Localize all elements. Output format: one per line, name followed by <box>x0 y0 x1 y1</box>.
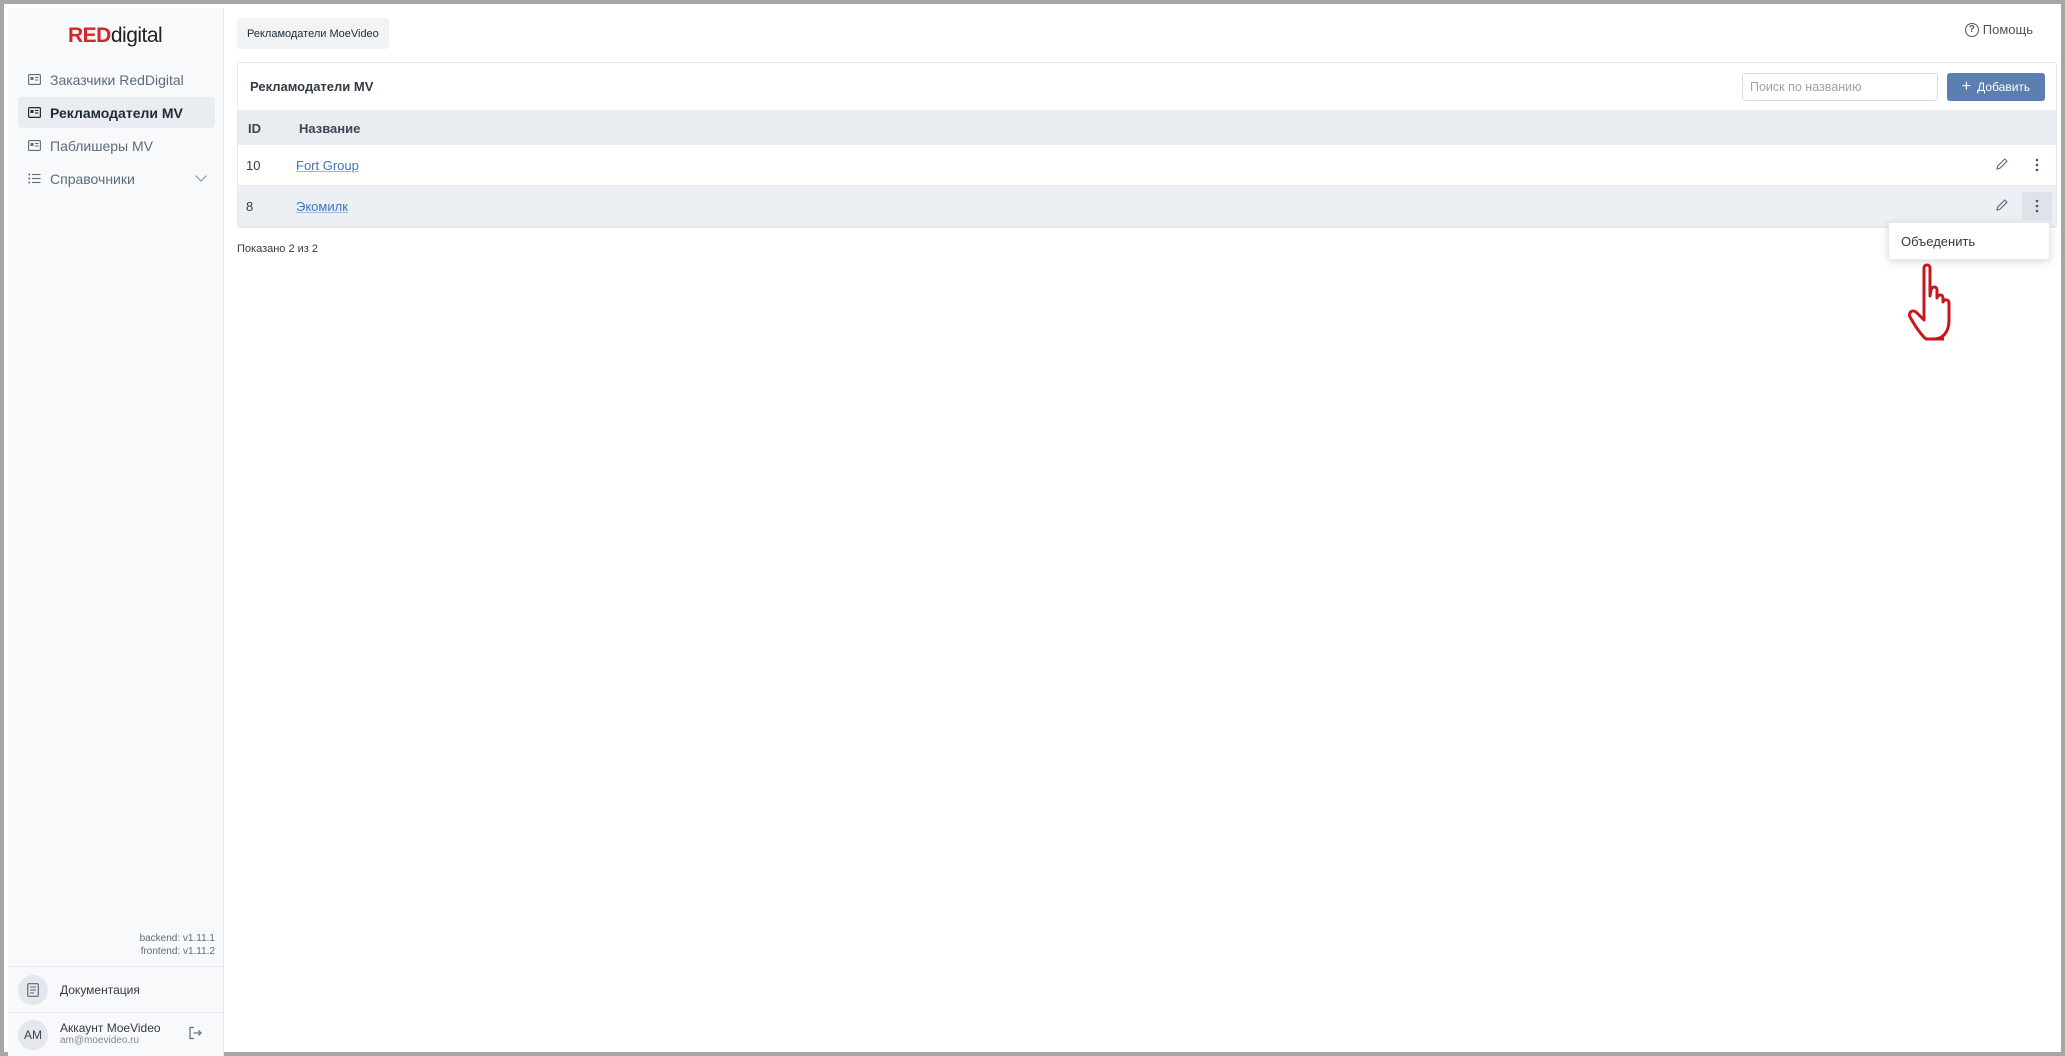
sidebar-item-label: Заказчики RedDigital <box>50 71 184 88</box>
advertisers-card: Рекламодатели MV + Добавить ID Название … <box>237 62 2057 228</box>
question-icon: ? <box>1964 22 1979 37</box>
app-window: REDdigital Заказчики RedDigital Рекламод… <box>0 0 2065 1056</box>
version-info: backend: v1.11.1 frontend: v1.11.2 <box>140 932 215 958</box>
hand-pointer-icon <box>1908 263 1951 341</box>
logo-red-text: RED <box>68 24 111 47</box>
row-id: 8 <box>246 199 254 214</box>
sidebar-item-publishers[interactable]: Паблишеры MV <box>18 130 215 161</box>
menu-item-label: Объеденить <box>1901 233 1976 249</box>
avatar[interactable]: АМ <box>18 1019 48 1050</box>
id-card-icon <box>27 107 41 119</box>
context-menu-merge[interactable]: Объеденить <box>1888 222 2050 260</box>
sidebar-item-label: Паблишеры MV <box>50 137 153 154</box>
sidebar: REDdigital Заказчики RedDigital Рекламод… <box>8 8 224 1056</box>
id-card-icon <box>27 140 41 152</box>
documentation-label: Документация <box>60 982 140 997</box>
documentation-link[interactable]: Документация <box>8 966 224 1012</box>
sidebar-item-directories[interactable]: Справочники <box>18 163 215 194</box>
account-email: am@moevideo.ru <box>60 1035 140 1046</box>
table-header: ID Название <box>238 110 2056 145</box>
more-vertical-icon[interactable] <box>2022 192 2052 220</box>
account-name: Аккаунт MoeVideo <box>60 1021 161 1035</box>
sidebar-item-label: Рекламодатели MV <box>50 104 183 121</box>
document-icon <box>18 974 48 1005</box>
logout-icon[interactable] <box>188 1026 204 1042</box>
row-name-link[interactable]: Fort Group <box>296 158 359 173</box>
sidebar-nav: Заказчики RedDigital Рекламодатели MV Па… <box>18 64 215 196</box>
pagination-info: Показано 2 из 2 <box>237 243 319 255</box>
sidebar-item-advertisers[interactable]: Рекламодатели MV <box>18 97 215 128</box>
help-link[interactable]: ? Помощь <box>1964 22 2033 37</box>
column-header-id[interactable]: ID <box>248 121 261 136</box>
logo-digital-text: digital <box>110 24 163 47</box>
search-input[interactable] <box>1742 73 1938 101</box>
backend-version: backend: v1.11.1 <box>139 933 215 944</box>
add-button[interactable]: + Добавить <box>1947 73 2045 101</box>
frontend-version: frontend: v1.11.2 <box>140 946 215 957</box>
pencil-icon[interactable] <box>1995 198 2011 214</box>
column-header-name[interactable]: Название <box>299 121 360 136</box>
table-row: 8 Экомилк <box>238 186 2056 227</box>
row-id: 10 <box>246 158 261 173</box>
account-panel: АМ Аккаунт MoeVideo am@moevideo.ru <box>8 1012 224 1056</box>
sidebar-item-label: Справочники <box>50 170 135 187</box>
list-icon <box>27 173 41 185</box>
card-title: Рекламодатели MV <box>250 79 374 94</box>
breadcrumb[interactable]: Рекламодатели MoeVideo <box>237 18 389 49</box>
row-name-link[interactable]: Экомилк <box>296 199 348 214</box>
sidebar-item-customers[interactable]: Заказчики RedDigital <box>18 64 215 95</box>
pencil-icon[interactable] <box>1995 157 2011 173</box>
add-button-label: Добавить <box>1977 80 2031 94</box>
help-label: Помощь <box>1982 22 2033 37</box>
table-row: 10 Fort Group <box>238 145 2056 186</box>
plus-icon: + <box>1961 78 1972 95</box>
more-vertical-icon[interactable] <box>2022 151 2052 179</box>
id-card-icon <box>27 74 41 86</box>
chevron-down-icon[interactable] <box>195 170 207 182</box>
logo[interactable]: REDdigital <box>68 24 163 48</box>
